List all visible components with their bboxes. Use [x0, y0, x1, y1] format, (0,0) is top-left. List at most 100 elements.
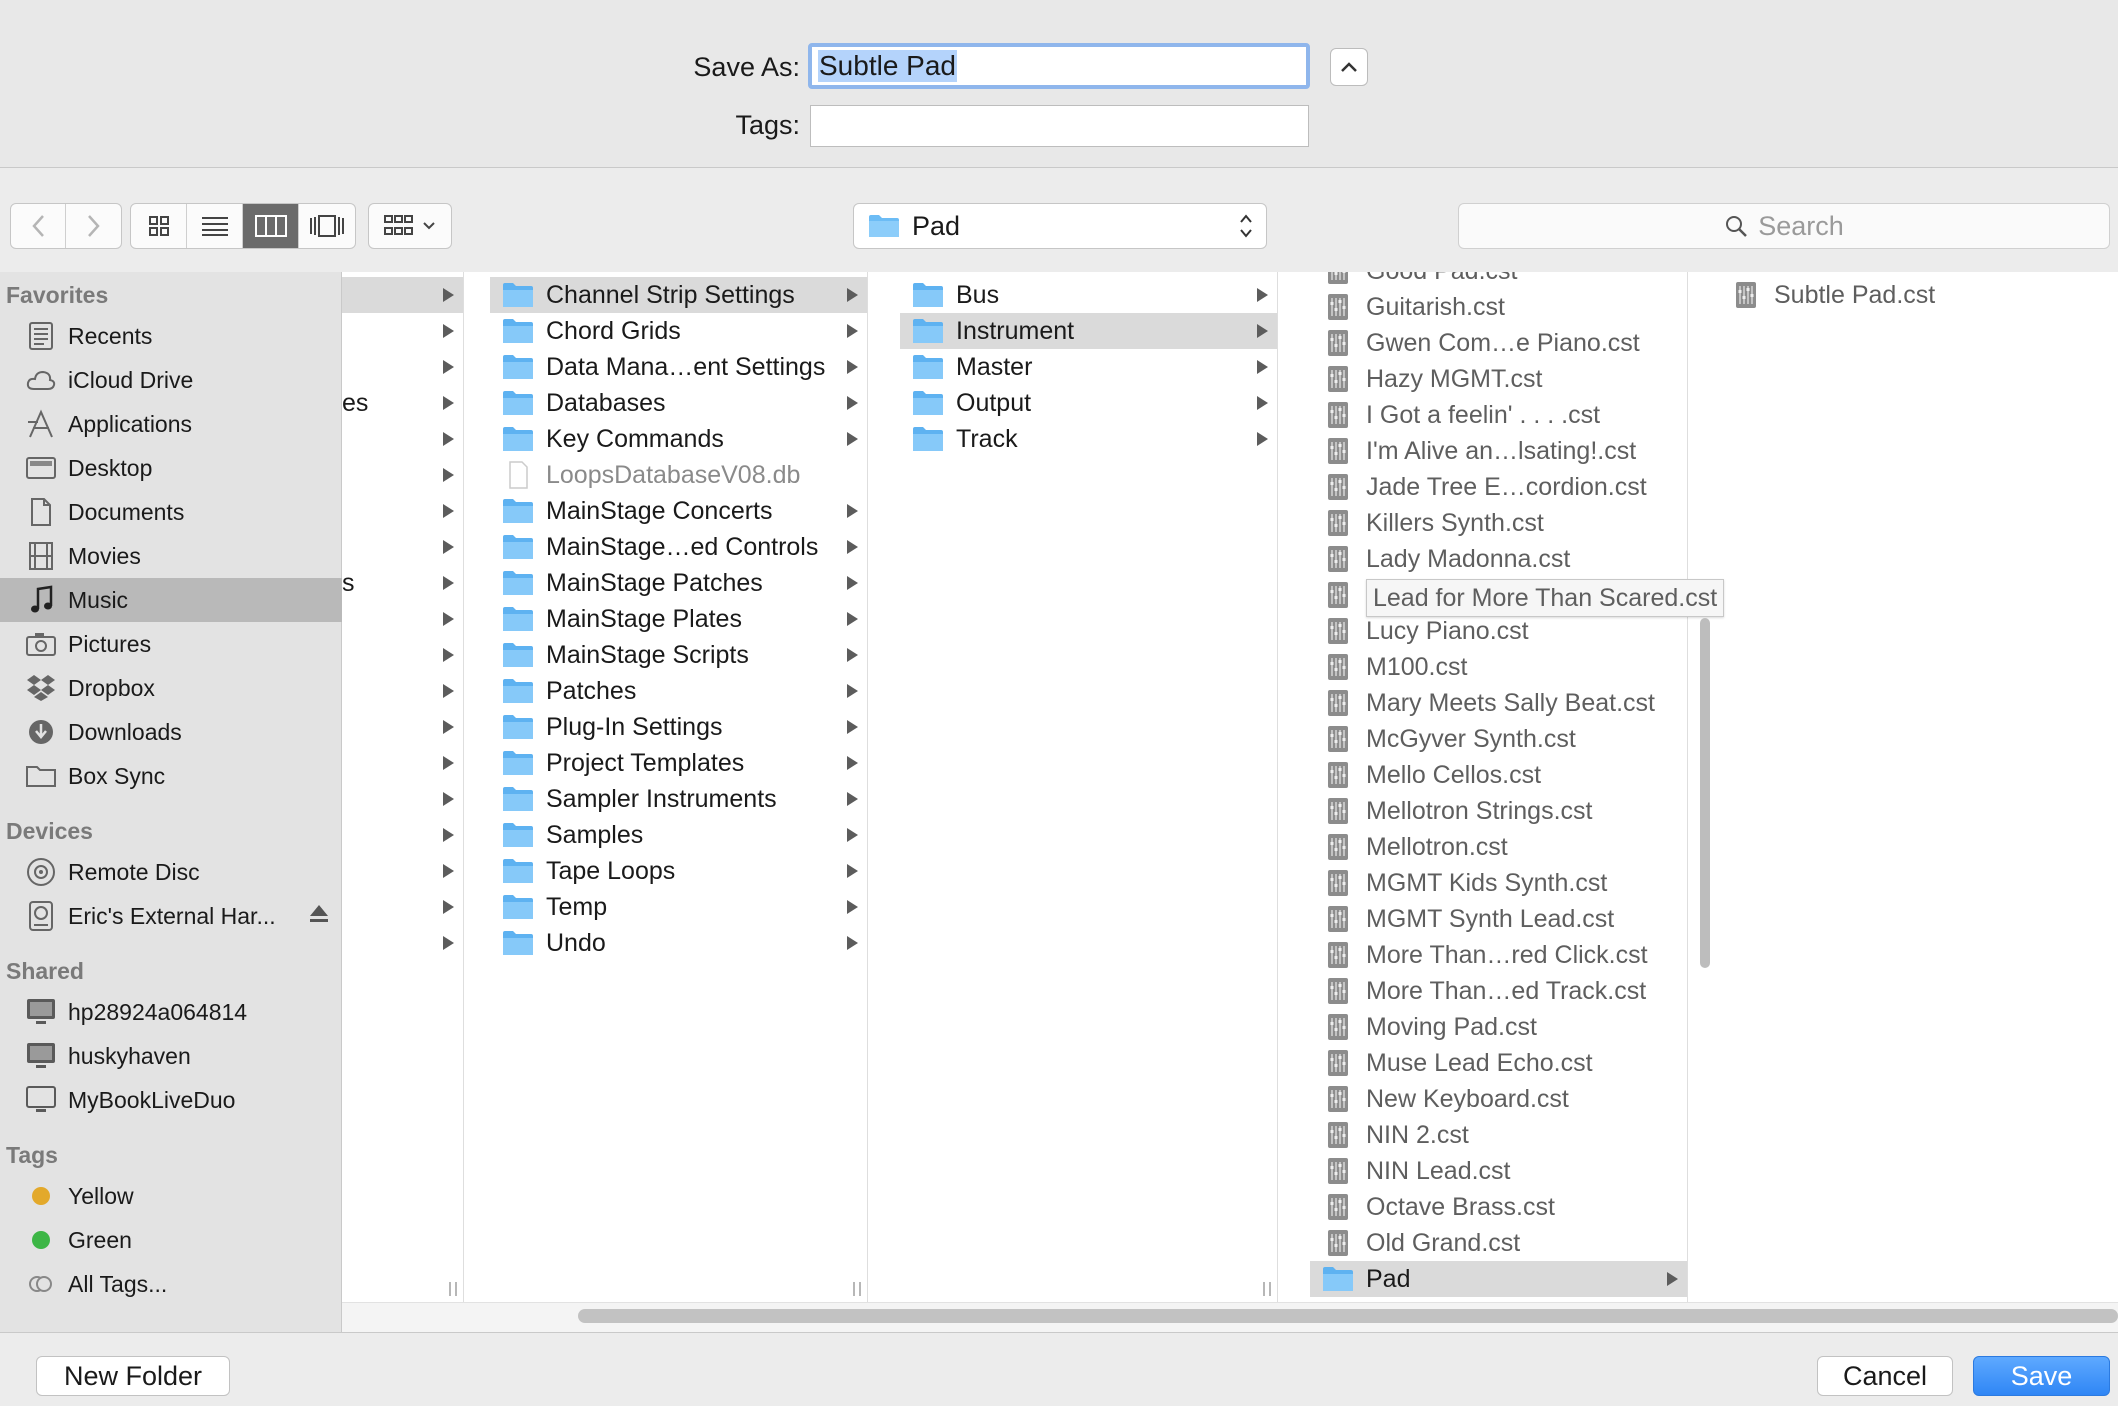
list-item[interactable] — [342, 853, 463, 889]
list-item[interactable]: Project Templates — [490, 745, 867, 781]
list-item[interactable] — [342, 745, 463, 781]
list-item[interactable]: MGMT Kids Synth.cst — [1310, 865, 1687, 901]
list-item[interactable]: Patches — [490, 673, 867, 709]
column-resize-handle[interactable] — [853, 1282, 861, 1296]
list-item[interactable]: Track — [900, 421, 1277, 457]
sidebar-item-movies[interactable]: Movies — [0, 534, 342, 578]
list-view-button[interactable] — [187, 204, 243, 248]
sidebar-item-box-sync[interactable]: Box Sync — [0, 754, 342, 798]
list-item[interactable]: Sampler Instruments — [490, 781, 867, 817]
list-item[interactable] — [342, 349, 463, 385]
list-item[interactable]: Octave Brass.cst — [1310, 1189, 1687, 1225]
list-item[interactable]: Gwen Com…e Piano.cst — [1310, 325, 1687, 361]
list-item[interactable] — [342, 457, 463, 493]
list-item[interactable]: Tape Loops — [490, 853, 867, 889]
list-item[interactable]: Guitarish.cst — [1310, 289, 1687, 325]
list-item[interactable]: Lucy Piano.cst — [1310, 613, 1687, 649]
list-item[interactable]: s — [342, 565, 463, 601]
list-item[interactable]: Mary Meets Sally Beat.cst — [1310, 685, 1687, 721]
vertical-scrollbar[interactable] — [1700, 618, 1710, 968]
list-item[interactable] — [342, 817, 463, 853]
list-item[interactable]: Muse Lead Echo.cst — [1310, 1045, 1687, 1081]
cancel-button[interactable]: Cancel — [1817, 1356, 1953, 1396]
list-item[interactable]: Mello Cellos.cst — [1310, 757, 1687, 793]
sidebar-tag-yellow[interactable]: Yellow — [0, 1174, 342, 1218]
new-folder-button[interactable]: New Folder — [36, 1356, 230, 1396]
list-item[interactable] — [342, 781, 463, 817]
list-item[interactable] — [342, 925, 463, 961]
sidebar-item-icloud-drive[interactable]: iCloud Drive — [0, 358, 342, 402]
list-item[interactable] — [342, 277, 463, 313]
list-item[interactable]: MainStage Plates — [490, 601, 867, 637]
sidebar-item-music[interactable]: Music — [0, 578, 342, 622]
list-item[interactable]: Instrument — [900, 313, 1277, 349]
back-button[interactable] — [11, 204, 66, 248]
list-item[interactable] — [342, 601, 463, 637]
column-view-button[interactable] — [243, 204, 299, 248]
column-resize-handle[interactable] — [1263, 1282, 1271, 1296]
list-item[interactable]: I'm Alive an…lsating!.cst — [1310, 433, 1687, 469]
list-item[interactable]: Moving Pad.cst — [1310, 1009, 1687, 1045]
list-item[interactable]: More Than…red Click.cst — [1310, 937, 1687, 973]
column-resize-handle[interactable] — [449, 1282, 457, 1296]
search-input[interactable]: Search — [1458, 203, 2110, 249]
list-item[interactable]: Lady Madonna.cst — [1310, 541, 1687, 577]
sidebar-item-dropbox[interactable]: Dropbox — [0, 666, 342, 710]
list-item[interactable]: Mellotron Strings.cst — [1310, 793, 1687, 829]
list-item[interactable]: NIN 2.cst — [1310, 1117, 1687, 1153]
list-item[interactable]: MGMT Synth Lead.cst — [1310, 901, 1687, 937]
list-item[interactable]: Hazy MGMT.cst — [1310, 361, 1687, 397]
list-item[interactable]: New Keyboard.cst — [1310, 1081, 1687, 1117]
arrange-button[interactable] — [368, 203, 452, 249]
collapse-button[interactable] — [1330, 48, 1368, 86]
forward-button[interactable] — [66, 204, 121, 248]
list-item[interactable]: Killers Synth.cst — [1310, 505, 1687, 541]
list-item[interactable] — [342, 637, 463, 673]
list-item[interactable]: Undo — [490, 925, 867, 961]
list-item[interactable]: I Got a feelin' . . . .cst — [1310, 397, 1687, 433]
list-item[interactable]: Channel Strip Settings — [490, 277, 867, 313]
list-item[interactable]: M100.cst — [1310, 649, 1687, 685]
save-button[interactable]: Save — [1973, 1356, 2110, 1396]
save-as-input[interactable]: Subtle Pad — [808, 43, 1310, 89]
eject-icon[interactable] — [308, 902, 330, 924]
path-popup[interactable]: Pad — [853, 203, 1267, 249]
sidebar-item-remote-disc[interactable]: Remote Disc — [0, 850, 342, 894]
list-item[interactable]: Chord Grids — [490, 313, 867, 349]
list-item[interactable]: Old Grand.cst — [1310, 1225, 1687, 1261]
list-item[interactable]: Good Pad.cst — [1310, 272, 1687, 289]
list-item[interactable]: NIN Lead.cst — [1310, 1153, 1687, 1189]
list-item[interactable]: Master — [900, 349, 1277, 385]
list-item[interactable]: McGyver Synth.cst — [1310, 721, 1687, 757]
list-item[interactable] — [342, 709, 463, 745]
sidebar-all-tags[interactable]: All Tags... — [0, 1262, 342, 1306]
sidebar-item-shared-mybooklive[interactable]: MyBookLiveDuo — [0, 1078, 342, 1122]
list-item[interactable] — [342, 673, 463, 709]
sidebar-item-desktop[interactable]: Desktop — [0, 446, 342, 490]
tags-input[interactable] — [810, 105, 1309, 147]
sidebar-tag-green[interactable]: Green — [0, 1218, 342, 1262]
list-item[interactable]: Temp — [490, 889, 867, 925]
sidebar-item-external-drive[interactable]: Eric's External Har... — [0, 894, 342, 938]
list-item[interactable]: Jade Tree E…cordion.cst — [1310, 469, 1687, 505]
list-item[interactable] — [342, 889, 463, 925]
list-item[interactable]: es — [342, 385, 463, 421]
sidebar-item-recents[interactable]: Recents — [0, 314, 342, 358]
list-item[interactable]: MainStage Scripts — [490, 637, 867, 673]
sidebar-item-documents[interactable]: Documents — [0, 490, 342, 534]
list-item[interactable]: Samples — [490, 817, 867, 853]
list-item[interactable] — [342, 529, 463, 565]
list-item[interactable]: MainStage Concerts — [490, 493, 867, 529]
list-item[interactable]: Data Mana…ent Settings — [490, 349, 867, 385]
sidebar-item-downloads[interactable]: Downloads — [0, 710, 342, 754]
list-item[interactable]: Subtle Pad.cst — [1718, 277, 2118, 313]
list-item[interactable]: Mellotron.cst — [1310, 829, 1687, 865]
list-item[interactable]: MainStage…ed Controls — [490, 529, 867, 565]
list-item[interactable] — [342, 313, 463, 349]
list-item[interactable] — [342, 493, 463, 529]
cover-flow-button[interactable] — [299, 204, 355, 248]
list-item[interactable]: Output — [900, 385, 1277, 421]
sidebar-item-shared-hp[interactable]: hp28924a064814 — [0, 990, 342, 1034]
list-item[interactable]: Key Commands — [490, 421, 867, 457]
sidebar-item-applications[interactable]: Applications — [0, 402, 342, 446]
